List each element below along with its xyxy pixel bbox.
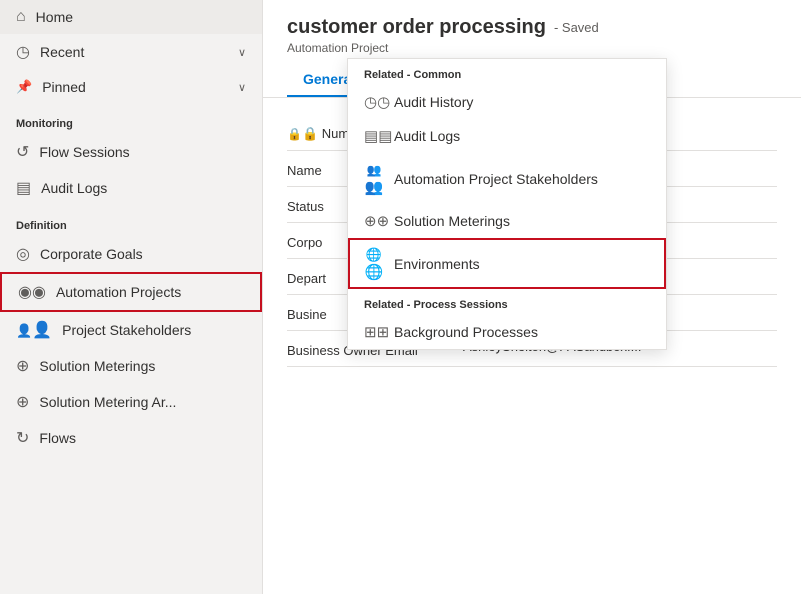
sidebar-item-flow-sessions[interactable]: Flow Sessions: [0, 134, 262, 170]
flows-icon: [16, 428, 29, 448]
sidebar-item-solution-meterings[interactable]: Solution Meterings: [0, 348, 262, 384]
sidebar-section-monitoring: Monitoring: [0, 104, 262, 134]
sidebar-item-label: Project Stakeholders: [62, 322, 246, 338]
related-dropdown-menu: Related - Common ◷ Audit History ▤ Audit…: [347, 58, 667, 350]
sidebar-item-home[interactable]: Home: [0, 0, 262, 34]
dropdown-item-sol-meterings[interactable]: ⊕ Solution Meterings: [348, 204, 666, 238]
sidebar-item-label: Home: [36, 9, 246, 25]
bg-process-icon: ⊞: [364, 323, 384, 341]
recent-icon: [16, 42, 30, 62]
sidebar-item-label: Solution Meterings: [39, 358, 246, 374]
dropdown-item-environments[interactable]: 🌐 Environments: [348, 238, 666, 289]
sidebar-item-corporate-goals[interactable]: Corporate Goals: [0, 236, 262, 272]
flow-icon: [16, 142, 29, 162]
sidebar-item-project-stakeholders[interactable]: 👤 Project Stakeholders: [0, 312, 262, 348]
sidebar-item-label: Corporate Goals: [40, 246, 246, 262]
sidebar-item-label: Automation Projects: [56, 284, 244, 300]
sidebar-item-solution-metering-ar[interactable]: Solution Metering Ar...: [0, 384, 262, 420]
pin-icon: [16, 78, 32, 96]
home-icon: [16, 8, 26, 26]
auto-icon: ◉: [18, 282, 46, 302]
page-title: customer order processing: [287, 16, 546, 39]
sidebar: Home Recent ∨ Pinned ∨ Monitoring Flow S…: [0, 0, 263, 594]
main-content: customer order processing - Saved Automa…: [263, 0, 801, 594]
dropdown-section-common: Related - Common: [348, 59, 666, 85]
sidebar-item-label: Recent: [40, 44, 228, 60]
dropdown-item-audit-logs[interactable]: ▤ Audit Logs: [348, 119, 666, 153]
goal-icon: [16, 244, 30, 264]
ap-stakeholders-icon: 👥: [364, 161, 384, 196]
metering-icon: [16, 356, 29, 376]
log-icon: [16, 178, 31, 198]
page-subtitle: Automation Project: [287, 41, 777, 55]
chevron-down-icon: ∨: [238, 46, 246, 59]
dropdown-item-label: Audit History: [394, 94, 473, 110]
stakeholder-icon: 👤: [16, 320, 52, 340]
audit-history-icon: ◷: [364, 93, 384, 111]
sidebar-item-pinned[interactable]: Pinned ∨: [0, 70, 262, 104]
sidebar-item-label: Solution Metering Ar...: [39, 394, 246, 410]
dropdown-item-audit-history[interactable]: ◷ Audit History: [348, 85, 666, 119]
dropdown-item-label: Automation Project Stakeholders: [394, 171, 598, 187]
dropdown-item-ap-stakeholders[interactable]: 👥 Automation Project Stakeholders: [348, 153, 666, 204]
dropdown-item-bg-processes[interactable]: ⊞ Background Processes: [348, 315, 666, 349]
globe-icon: 🌐: [364, 246, 384, 281]
sidebar-item-audit-logs[interactable]: Audit Logs: [0, 170, 262, 206]
sidebar-item-label: Flow Sessions: [39, 144, 246, 160]
dropdown-section-process-sessions: Related - Process Sessions: [348, 289, 666, 315]
saved-badge: - Saved: [554, 20, 599, 35]
dropdown-item-label: Solution Meterings: [394, 213, 510, 229]
sol-meter-icon: ⊕: [364, 212, 384, 230]
sidebar-item-flows[interactable]: Flows: [0, 420, 262, 456]
metering-ar-icon: [16, 392, 29, 412]
dropdown-item-label: Environments: [394, 256, 480, 272]
sidebar-item-automation-projects[interactable]: ◉ Automation Projects: [0, 272, 262, 312]
sidebar-item-recent[interactable]: Recent ∨: [0, 34, 262, 70]
sidebar-item-label: Audit Logs: [41, 180, 246, 196]
chevron-down-icon: ∨: [238, 81, 246, 94]
lock-icon: 🔒: [287, 126, 322, 141]
dropdown-item-label: Audit Logs: [394, 128, 460, 144]
sidebar-section-definition: Definition: [0, 206, 262, 236]
dropdown-item-label: Background Processes: [394, 324, 538, 340]
audit-logs-icon: ▤: [364, 127, 384, 145]
sidebar-item-label: Flows: [39, 430, 246, 446]
sidebar-item-label: Pinned: [42, 79, 228, 95]
